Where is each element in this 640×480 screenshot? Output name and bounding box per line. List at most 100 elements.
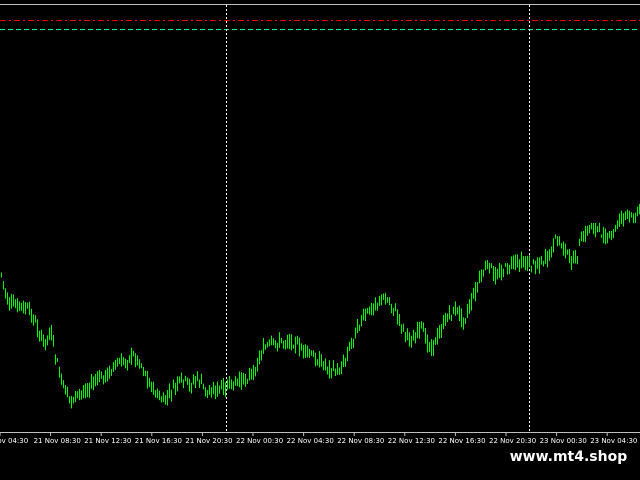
candle-body: [37, 325, 38, 331]
candle-body: [395, 308, 396, 310]
candle-body: [293, 347, 294, 349]
candle-body: [153, 384, 154, 388]
candle-body: [575, 254, 576, 262]
candle-body: [595, 226, 596, 233]
candle-body: [401, 327, 402, 329]
candle-body: [623, 215, 624, 220]
candle-body: [267, 344, 268, 346]
candle-body: [81, 392, 82, 394]
candle-body: [611, 233, 612, 235]
candle-body: [347, 352, 348, 358]
candle-body: [431, 345, 432, 352]
candle-body: [535, 265, 536, 269]
candle-body: [77, 392, 78, 394]
candle-body: [227, 385, 228, 389]
candle-body: [425, 332, 426, 342]
candle-body: [483, 274, 484, 276]
candle-body: [539, 262, 540, 267]
candle-body: [203, 384, 204, 386]
candle-body: [197, 374, 198, 379]
candle-body: [443, 320, 444, 327]
candle-body: [129, 356, 130, 361]
candle-body: [409, 336, 410, 341]
candle-body: [571, 262, 572, 265]
candle-body: [11, 300, 12, 302]
candle-body: [369, 307, 370, 313]
candle-body: [591, 225, 592, 229]
candle-body: [313, 354, 314, 357]
price-chart[interactable]: 20 Nov 04:30 21 Nov 08:3021 Nov 12:30 21 N…: [0, 0, 640, 480]
chart-window[interactable]: 20 Nov 04:30 21 Nov 08:3021 Nov 12:30 21 N…: [0, 0, 640, 480]
candle-body: [187, 379, 188, 382]
candle-body: [59, 372, 60, 376]
candle-body: [43, 339, 44, 342]
candle-body: [421, 323, 422, 325]
candle-body: [9, 301, 10, 307]
watermark-logo: www.mt4.shop: [497, 444, 640, 470]
time-axis-label: 22 Nov 00:30: [236, 437, 283, 445]
candle-body: [141, 364, 142, 366]
candle-body: [183, 380, 184, 386]
candle-body: [251, 371, 252, 374]
candle-body: [451, 316, 452, 318]
candle-body: [307, 349, 308, 352]
candle-body: [223, 382, 224, 393]
candle-body: [633, 219, 634, 222]
candle-body: [51, 331, 52, 338]
candle-body: [479, 277, 480, 281]
candle-body: [561, 244, 562, 246]
candle-body: [143, 371, 144, 373]
candle-body: [109, 368, 110, 376]
candle-body: [115, 361, 116, 365]
candle-body: [637, 209, 638, 213]
candle-body: [337, 367, 338, 370]
candle-body: [99, 375, 100, 381]
candle-body: [105, 372, 106, 378]
candle-body: [117, 364, 118, 366]
candle-body: [173, 384, 174, 388]
candle-body: [231, 380, 232, 388]
candle-body: [407, 330, 408, 335]
candle-body: [269, 342, 270, 344]
candle-body: [249, 373, 250, 378]
candle-body: [455, 308, 456, 314]
candle-body: [261, 355, 262, 357]
candle-body: [393, 309, 394, 312]
candle-body: [161, 400, 162, 402]
candle-body: [371, 306, 372, 314]
candle-body: [551, 248, 552, 255]
candle-body: [209, 390, 210, 394]
candle-body: [547, 253, 548, 262]
candle-body: [259, 356, 260, 359]
candle-body: [549, 251, 550, 257]
candle-body: [295, 341, 296, 347]
candle-body: [325, 364, 326, 366]
candle-body: [33, 318, 34, 323]
candle-body: [305, 346, 306, 354]
candle-body: [625, 214, 626, 216]
candle-body: [557, 239, 558, 244]
candle-body: [617, 225, 618, 227]
candle-body: [131, 352, 132, 359]
candle-body: [497, 275, 498, 277]
candle-body: [341, 367, 342, 371]
candle-body: [133, 353, 134, 355]
candle-body: [373, 306, 374, 309]
candle-body: [367, 311, 368, 313]
candle-body: [537, 263, 538, 265]
candle-body: [215, 388, 216, 394]
candle-body: [125, 361, 126, 364]
candle-body: [237, 380, 238, 383]
candle-body: [171, 394, 172, 396]
candle-body: [239, 376, 240, 383]
candle-body: [349, 345, 350, 350]
candle-body: [437, 333, 438, 340]
candle-body: [15, 304, 16, 306]
candle-body: [219, 387, 220, 391]
candle-body: [23, 304, 24, 311]
candle-body: [491, 266, 492, 268]
candle-body: [359, 326, 360, 329]
candle-body: [603, 233, 604, 240]
candle-body: [127, 363, 128, 365]
candle-body: [69, 397, 70, 399]
